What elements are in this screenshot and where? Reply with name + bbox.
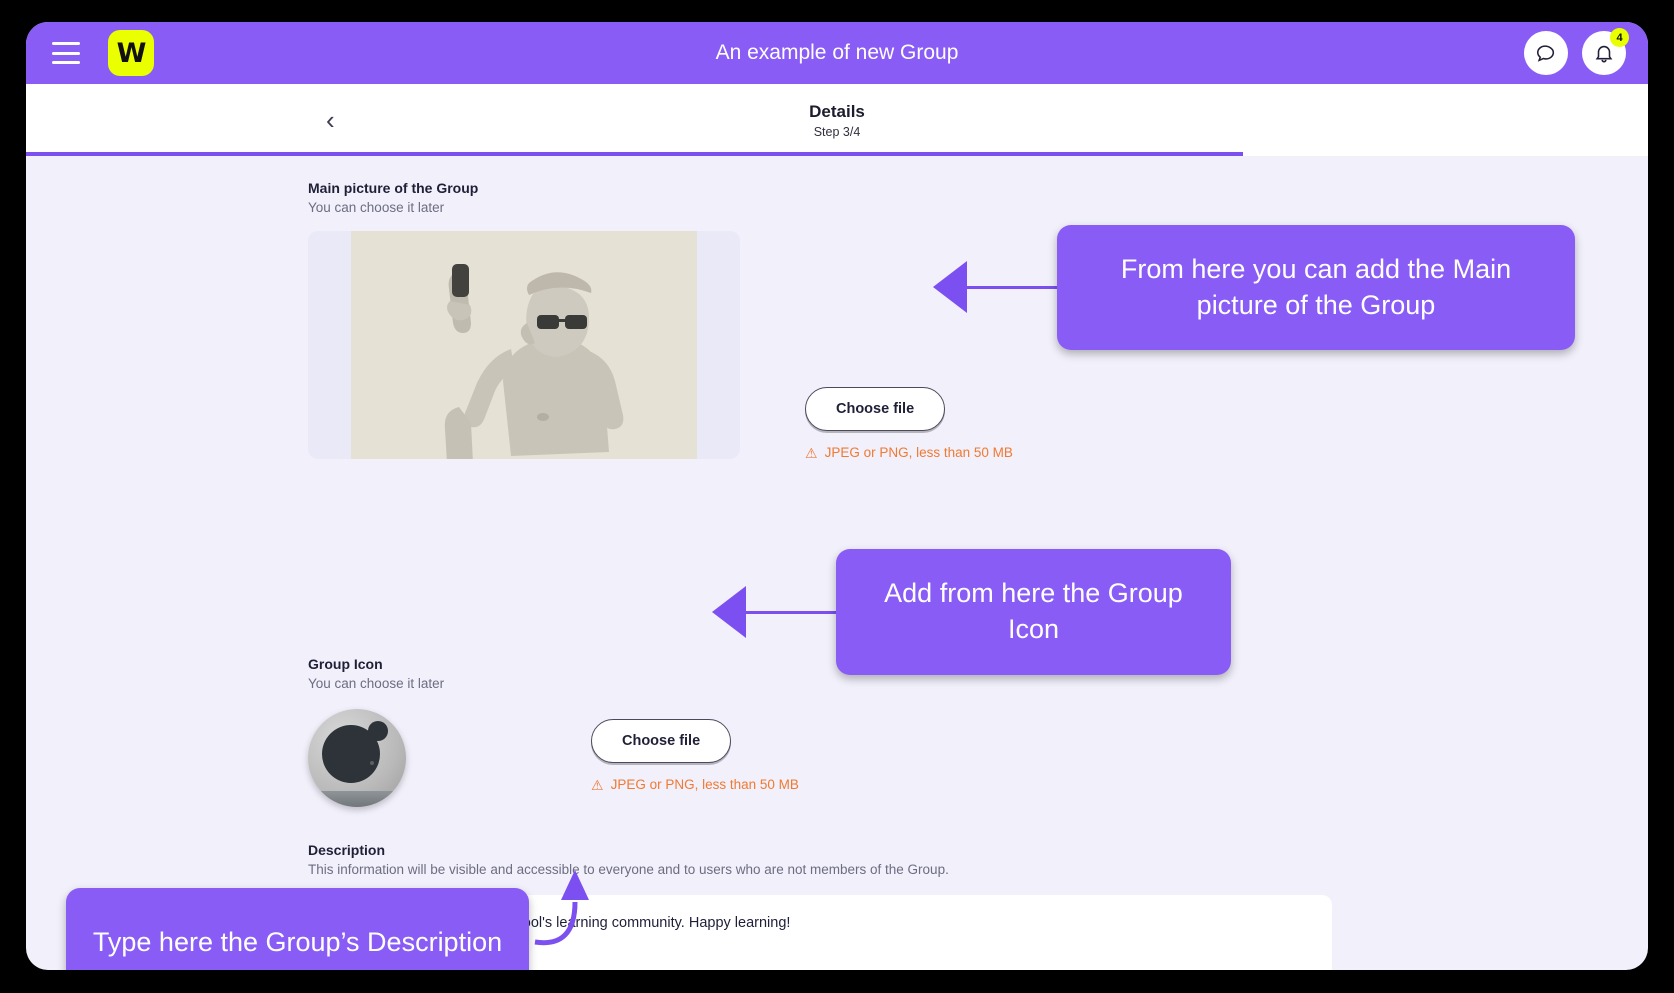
appbar-actions: 4: [1524, 28, 1629, 75]
bell-icon: [1595, 45, 1613, 63]
main-picture-hint: You can choose it later: [308, 200, 445, 215]
callout-three-connector-arrow: [534, 870, 589, 946]
group-icon-hint: You can choose it later: [308, 676, 445, 691]
page-title: Details: [809, 101, 865, 121]
callout-main-picture: From here you can add the Main picture o…: [1057, 225, 1575, 350]
group-icon-label: Group Icon: [308, 656, 383, 672]
main-picture-image: [351, 231, 697, 459]
callout-one-connector-arrow: [933, 261, 967, 313]
step-header-text: Details Step 3/4: [809, 102, 865, 139]
group-icon-choose-file-button[interactable]: Choose file: [591, 719, 732, 763]
statue-illustration: [351, 231, 697, 459]
app-window: W An example of new Group 4 ‹ Details St…: [26, 22, 1648, 970]
main-picture-label: Main picture of the Group: [308, 180, 479, 196]
main-picture-warning-text: JPEG or PNG, less than 50 MB: [824, 445, 1013, 460]
weschool-logo[interactable]: W: [108, 30, 154, 76]
hamburger-line: [52, 61, 80, 64]
main-picture-choose-file-button[interactable]: Choose file: [805, 387, 946, 431]
main-picture-preview: [308, 231, 740, 459]
chat-button[interactable]: [1524, 31, 1568, 75]
group-icon-choose-wrap: Choose file ⚠ JPEG or PNG, less than 50 …: [591, 719, 799, 792]
hamburger-line: [52, 51, 80, 55]
avatar-base-shape: [308, 791, 406, 807]
hamburger-line: [52, 42, 80, 45]
notification-badge: 4: [1610, 28, 1629, 47]
group-icon-warning-text: JPEG or PNG, less than 50 MB: [610, 777, 799, 792]
main-picture-choose-wrap: Choose file ⚠ JPEG or PNG, less than 50 …: [805, 387, 1013, 460]
description-hint: This information will be visible and acc…: [308, 862, 949, 877]
back-button[interactable]: ‹: [326, 107, 335, 133]
notifications-button[interactable]: 4: [1582, 28, 1629, 75]
callout-description: Type here the Group’s Description: [66, 888, 529, 970]
callout-group-icon: Add from here the Group Icon: [836, 549, 1231, 675]
main-picture-section: Main picture of the Group You can choose…: [308, 180, 740, 459]
avatar-dot-shape: [370, 761, 374, 765]
group-icon-warning: ⚠ JPEG or PNG, less than 50 MB: [591, 777, 799, 792]
warning-triangle-icon: ⚠: [805, 444, 818, 461]
description-label: Description: [308, 842, 386, 858]
app-window-title: An example of new Group: [715, 41, 959, 64]
top-app-bar: W An example of new Group 4: [26, 22, 1648, 84]
avatar-nub-shape: [368, 721, 388, 741]
callout-two-connector-arrow: [712, 586, 746, 638]
warning-triangle-icon: ⚠: [591, 776, 604, 793]
group-icon-avatar: [308, 709, 406, 807]
callout-two-connector-line: [744, 611, 839, 614]
callout-one-connector-line: [966, 286, 1061, 289]
chat-bubble-icon: [1536, 45, 1555, 62]
group-icon-section: Group Icon You can choose it later: [308, 656, 444, 807]
step-header: ‹ Details Step 3/4: [26, 84, 1648, 156]
step-indicator: Step 3/4: [813, 124, 861, 139]
hamburger-menu-icon[interactable]: [52, 42, 82, 64]
main-picture-warning: ⚠ JPEG or PNG, less than 50 MB: [805, 445, 1013, 460]
